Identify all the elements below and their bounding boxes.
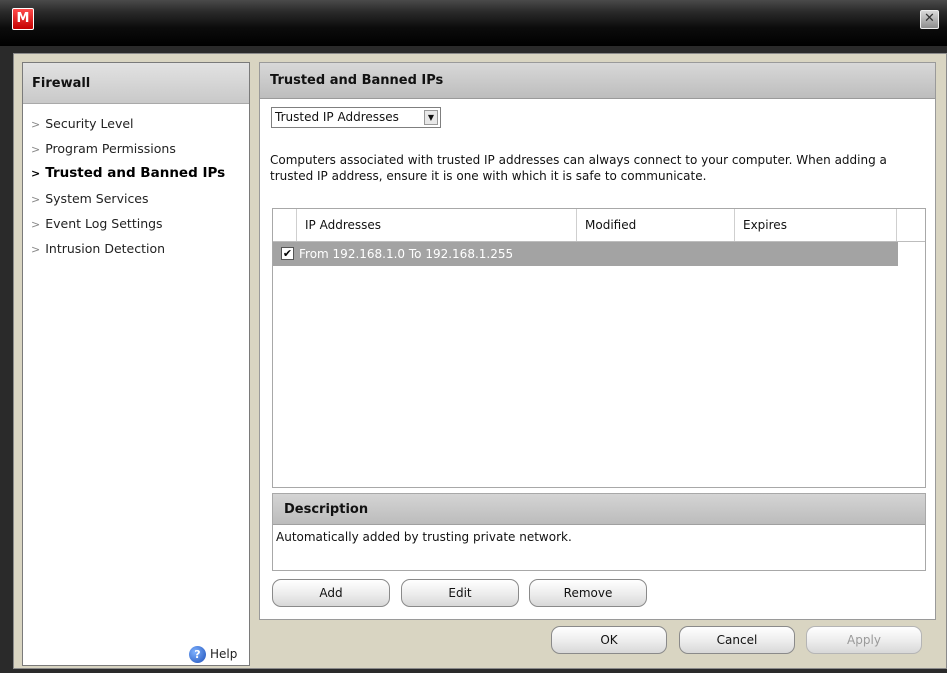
chevron-right-icon: > bbox=[31, 118, 41, 131]
ip-list-type-select[interactable]: Trusted IP Addresses ▼ bbox=[271, 107, 441, 128]
page-title: Trusted and Banned IPs bbox=[260, 63, 935, 99]
ip-range-cell: From 192.168.1.0 To 192.168.1.255 bbox=[299, 247, 514, 261]
close-icon[interactable]: ✕ bbox=[920, 10, 939, 29]
sidebar-item-label: Trusted and Banned IPs bbox=[45, 165, 226, 181]
sidebar-item-program-permissions[interactable]: > Program Permissions bbox=[23, 136, 249, 161]
sidebar-item-label: Program Permissions bbox=[45, 141, 176, 156]
sidebar-item-label: Security Level bbox=[45, 116, 134, 131]
edit-button[interactable]: Edit bbox=[401, 579, 519, 607]
ip-list-type-value: Trusted IP Addresses bbox=[275, 110, 399, 124]
sidebar-item-system-services[interactable]: > System Services bbox=[23, 186, 249, 211]
sidebar-nav: > Security Level > Program Permissions > Tr… bbox=[23, 111, 249, 261]
sidebar-item-security-level[interactable]: > Security Level bbox=[23, 111, 249, 136]
description-box: Description Automatically added by trust… bbox=[272, 493, 926, 571]
mcafee-logo-icon: M bbox=[12, 8, 34, 30]
table-header-checkbox-col bbox=[273, 209, 297, 241]
chevron-right-icon: > bbox=[31, 193, 41, 206]
chevron-right-icon: > bbox=[31, 167, 41, 180]
title-bar[interactable]: M ✕ bbox=[0, 0, 947, 46]
help-label: Help bbox=[210, 647, 238, 661]
info-text: Computers associated with trusted IP add… bbox=[270, 153, 887, 183]
main-panel: Trusted and Banned IPs Trusted IP Addres… bbox=[259, 62, 936, 620]
cancel-button[interactable]: Cancel bbox=[679, 626, 795, 654]
sidebar-item-event-log-settings[interactable]: > Event Log Settings bbox=[23, 211, 249, 236]
add-button[interactable]: Add bbox=[272, 579, 390, 607]
description-text: Automatically added by trusting private … bbox=[276, 530, 572, 544]
chevron-right-icon: > bbox=[31, 218, 41, 231]
sidebar-item-label: System Services bbox=[45, 191, 149, 206]
trusted-ip-table: IP Addresses Modified Expires ✔ From 192… bbox=[272, 208, 926, 488]
help-link[interactable]: ? Help bbox=[189, 643, 237, 665]
chevron-right-icon: > bbox=[31, 243, 41, 256]
remove-button[interactable]: Remove bbox=[529, 579, 647, 607]
sidebar-item-label: Event Log Settings bbox=[45, 216, 163, 231]
ok-button[interactable]: OK bbox=[551, 626, 667, 654]
sidebar-title: Firewall bbox=[23, 63, 249, 104]
sidebar-item-trusted-banned-ips[interactable]: > Trusted and Banned IPs bbox=[23, 161, 249, 186]
chevron-down-icon[interactable]: ▼ bbox=[424, 110, 438, 125]
table-header: IP Addresses Modified Expires bbox=[273, 209, 925, 242]
apply-button[interactable]: Apply bbox=[806, 626, 922, 654]
help-question-icon: ? bbox=[189, 646, 206, 663]
row-checkbox[interactable]: ✔ bbox=[281, 247, 294, 260]
column-header-modified[interactable]: Modified bbox=[577, 209, 735, 241]
sidebar-item-label: Intrusion Detection bbox=[45, 241, 166, 256]
description-title: Description bbox=[273, 494, 925, 525]
column-header-ip-addresses[interactable]: IP Addresses bbox=[297, 209, 577, 241]
table-row[interactable]: ✔ From 192.168.1.0 To 192.168.1.255 bbox=[273, 242, 898, 266]
chevron-right-icon: > bbox=[31, 143, 41, 156]
sidebar: Firewall > Security Level > Program Permis… bbox=[22, 62, 250, 666]
sidebar-item-intrusion-detection[interactable]: > Intrusion Detection bbox=[23, 236, 249, 261]
column-header-expires[interactable]: Expires bbox=[735, 209, 897, 241]
